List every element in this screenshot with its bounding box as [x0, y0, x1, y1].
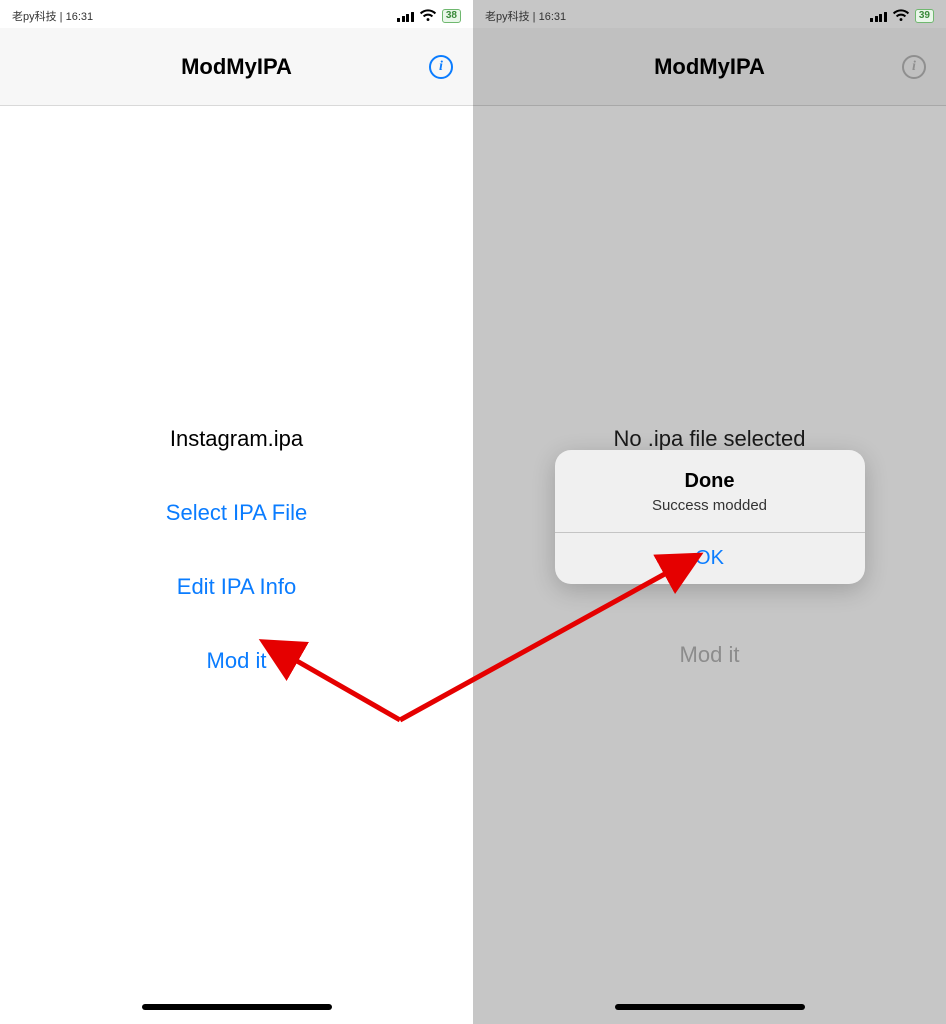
alert-body: Done Success modded: [555, 450, 865, 532]
carrier-time: 老py科技 | 16:31: [485, 8, 566, 24]
cellular-signal-icon: [870, 10, 887, 22]
edit-ipa-info-button[interactable]: Edit IPA Info: [177, 574, 296, 600]
done-alert: Done Success modded OK: [555, 450, 865, 584]
status-bar: 老py科技 | 16:31 38: [0, 0, 473, 28]
right-screen: 老py科技 | 16:31 39 ModMyIPA i No .ipa file…: [473, 0, 946, 1024]
status-right: 38: [397, 9, 461, 23]
home-indicator[interactable]: [142, 1004, 332, 1010]
nav-bar: ModMyIPA i: [0, 28, 473, 106]
main-content: Instagram.ipa Select IPA File Edit IPA I…: [0, 106, 473, 1024]
status-right: 39: [870, 9, 934, 23]
wifi-icon: [419, 9, 437, 23]
info-button[interactable]: i: [427, 53, 455, 81]
home-indicator[interactable]: [615, 1004, 805, 1010]
selected-file-label: No .ipa file selected: [614, 426, 806, 452]
carrier-time: 老py科技 | 16:31: [12, 8, 93, 24]
left-screen: 老py科技 | 16:31 38 ModMyIPA i Instagram.ip…: [0, 0, 473, 1024]
alert-message: Success modded: [571, 497, 849, 514]
mod-it-button[interactable]: Mod it: [680, 642, 740, 668]
info-icon: i: [902, 55, 926, 79]
alert-title: Done: [571, 470, 849, 493]
mod-it-button[interactable]: Mod it: [207, 648, 267, 674]
wifi-icon: [892, 9, 910, 23]
alert-ok-button[interactable]: OK: [555, 533, 865, 584]
battery-indicator: 39: [915, 9, 934, 23]
page-title: ModMyIPA: [181, 54, 292, 80]
nav-bar: ModMyIPA i: [473, 28, 946, 106]
selected-file-label: Instagram.ipa: [170, 426, 303, 452]
status-bar: 老py科技 | 16:31 39: [473, 0, 946, 28]
info-button[interactable]: i: [900, 53, 928, 81]
page-title: ModMyIPA: [654, 54, 765, 80]
select-ipa-button[interactable]: Select IPA File: [166, 500, 307, 526]
info-icon: i: [429, 55, 453, 79]
cellular-signal-icon: [397, 10, 414, 22]
battery-indicator: 38: [442, 9, 461, 23]
